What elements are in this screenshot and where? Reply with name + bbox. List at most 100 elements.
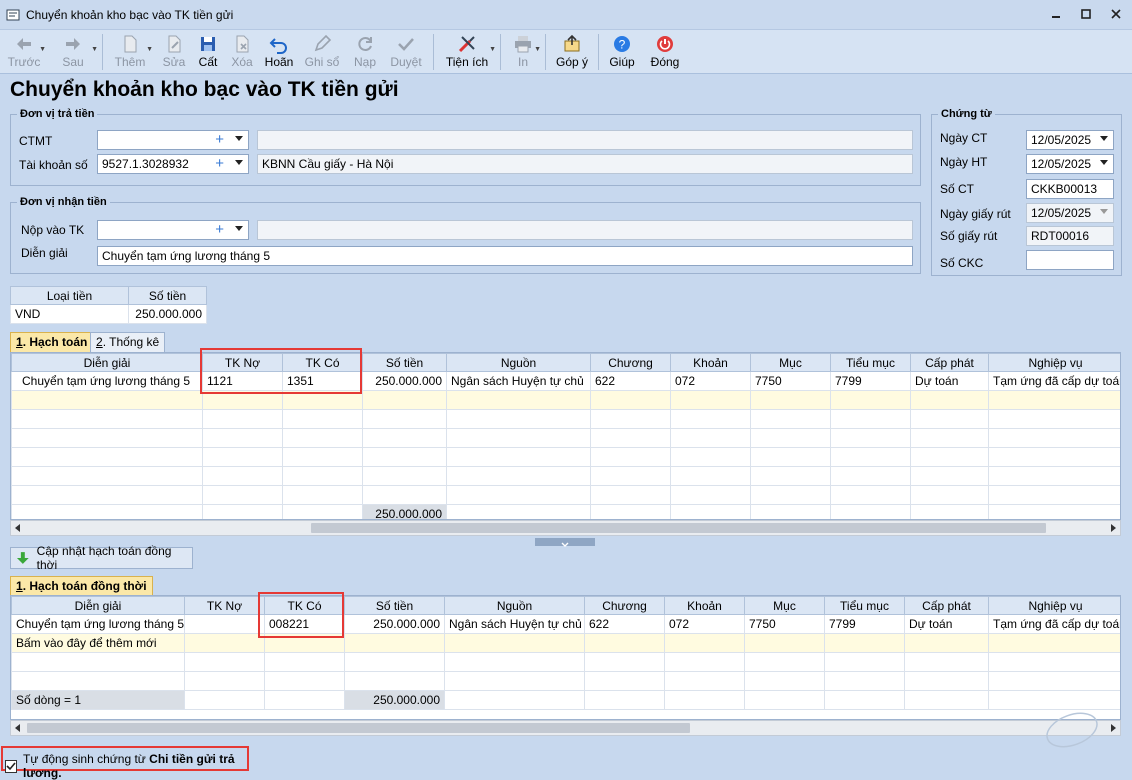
grid1-cell[interactable]: 622 [590,371,671,391]
help-button[interactable]: ? Giúp [605,30,639,74]
grid1-cell[interactable]: 1351 [282,371,363,391]
add-icon[interactable]: + [215,131,224,149]
grid1-cell[interactable]: Chuyển tạm ứng lương tháng 5 [11,371,203,391]
dropdown-arrow-icon[interactable] [1100,160,1108,165]
grid2-header-chuong[interactable]: Chương [584,596,665,615]
close-icon[interactable] [1108,6,1124,22]
auto-generate-checkbox[interactable] [5,759,17,773]
scroll-right-icon[interactable] [1111,524,1116,532]
grid2-header-tieu-muc[interactable]: Tiểu mục [824,596,905,615]
description-input[interactable]: Chuyển tạm ứng lương tháng 5 [97,246,913,266]
update-accounting-button[interactable]: Cập nhật hạch toán đồng thời [10,544,193,572]
grid2-header-tk-no[interactable]: TK Nợ [184,596,265,615]
grid2-cell[interactable] [184,614,265,634]
grid1-header-muc[interactable]: Mục [750,353,831,372]
grid1-cell[interactable]: 7750 [750,371,831,391]
table-row[interactable] [11,447,1120,467]
so-ct-input[interactable]: CKKB00013 [1026,179,1114,199]
grid2-header-khoan[interactable]: Khoản [664,596,745,615]
account-combo[interactable]: 9527.1.3028932 + [97,154,249,174]
date-ht-picker[interactable]: 12/05/2025 [1026,154,1114,174]
maximize-icon[interactable] [1078,6,1094,22]
minimize-icon[interactable] [1048,6,1064,22]
prev-button[interactable]: Trước ▼ [4,30,46,74]
tab-hach-toan-dong-thoi[interactable]: 1. Hạch toán đồng thời [10,576,153,596]
grid2-cell[interactable]: Tạm ứng đã cấp dự toán [988,614,1120,634]
grid1-header-dien-giai[interactable]: Diễn giải [11,353,203,372]
grid1-cell[interactable]: 1121 [202,371,283,391]
grid1-header-cap-phat[interactable]: Cấp phát [910,353,989,372]
edit-button[interactable]: Sửa [157,30,191,74]
grid1-header-nghiep-vu[interactable]: Nghiệp vụ [988,353,1120,372]
grid2-scroll-thumb[interactable] [27,723,690,733]
grid1-header-tk-co[interactable]: TK Có [282,353,363,372]
grid2-header-tk-co[interactable]: TK Có [264,596,345,615]
add-new-cell[interactable]: Bấm vào đây để thêm mới [11,633,185,653]
grid1-cell[interactable]: Dự toán [910,371,989,391]
deposit-combo[interactable]: + [97,220,249,240]
grid2-header-cap-phat[interactable]: Cấp phát [904,596,989,615]
grid1-header-khoan[interactable]: Khoản [670,353,751,372]
grid2-cell[interactable]: Dự toán [904,614,989,634]
grid1-header-nguon[interactable]: Nguồn [446,353,591,372]
currency-amount-cell[interactable]: 250.000.000 [128,304,207,324]
table-row[interactable]: Chuyển tạm ứng lương tháng 5 1121 1351 2… [11,371,1120,391]
table-row[interactable]: Chuyển tạm ứng lương tháng 5 008221 250.… [11,614,1120,634]
so-ckc-input[interactable] [1026,250,1114,270]
grid1-cell[interactable]: 250.000.000 [362,371,447,391]
grid2-header-muc[interactable]: Mục [744,596,825,615]
grid1-header-chuong[interactable]: Chương [590,353,671,372]
table-row[interactable] [11,466,1120,486]
table-row-new[interactable] [11,390,1120,410]
grid1-hscrollbar[interactable] [10,520,1121,536]
dropdown-arrow-icon[interactable] [235,160,243,165]
grid2-header-nguon[interactable]: Nguồn [444,596,585,615]
grid2-cell[interactable]: 250.000.000 [344,614,445,634]
grid2-header-dien-giai[interactable]: Diễn giải [11,596,185,615]
table-row[interactable] [11,671,1120,691]
add-new-row[interactable]: Bấm vào đây để thêm mới [11,633,1120,653]
grid2-cell[interactable]: 072 [664,614,745,634]
grid1-header-tieu-muc[interactable]: Tiểu mục [830,353,911,372]
tab-hach-toan[interactable]: 1. Hạch toán [10,332,94,352]
print-button[interactable]: In ▼ [507,30,541,74]
scroll-left-icon[interactable] [15,524,20,532]
undo-button[interactable]: Hoãn [259,30,299,74]
table-row[interactable] [11,485,1120,505]
grid2-hscrollbar[interactable] [10,720,1121,736]
add-button[interactable]: Thêm ▼ [109,30,153,74]
grid2-cell[interactable]: Ngân sách Huyện tự chủ [444,614,585,634]
grid2-cell[interactable]: 622 [584,614,665,634]
dropdown-arrow-icon[interactable] [1100,136,1108,141]
next-button[interactable]: Sau ▼ [50,30,98,74]
add-icon[interactable]: + [215,221,224,239]
table-row[interactable] [11,652,1120,672]
add-icon[interactable]: + [215,155,224,173]
date-ct-picker[interactable]: 12/05/2025 [1026,130,1114,150]
grid1-header-tk-no[interactable]: TK Nợ [202,353,283,372]
approve-button[interactable]: Duyệt [385,30,427,74]
close-button[interactable]: Đóng [645,30,685,74]
grid1-cell[interactable]: Tạm ứng đã cấp dự toán [988,371,1120,391]
load-button[interactable]: Nạp [345,30,385,74]
feedback-button[interactable]: Góp ý [552,30,592,74]
ctmt-combo[interactable]: + [97,130,249,150]
table-row[interactable] [11,409,1120,429]
splitter-handle[interactable] [535,538,595,547]
utility-button[interactable]: Tiện ích ▼ [440,30,496,74]
dropdown-arrow-icon[interactable] [235,226,243,231]
delete-button[interactable]: Xóa [225,30,259,74]
post-button[interactable]: Ghi sổ [299,30,345,74]
grid1-cell[interactable]: Ngân sách Huyện tự chủ [446,371,591,391]
grid2-cell[interactable]: 7750 [744,614,825,634]
grid1-cell[interactable]: 072 [670,371,751,391]
grid2-header-nghiep-vu[interactable]: Nghiệp vụ [988,596,1120,615]
save-button[interactable]: Cất [191,30,225,74]
currency-type-cell[interactable]: VND [10,304,129,324]
grid1-cell[interactable]: 7799 [830,371,911,391]
dropdown-arrow-icon[interactable] [1100,209,1108,214]
scroll-right-icon[interactable] [1111,724,1116,732]
grid1-scroll-thumb[interactable] [311,523,1046,533]
grid2-cell[interactable]: 7799 [824,614,905,634]
grid1-header-so-tien[interactable]: Số tiền [362,353,447,372]
